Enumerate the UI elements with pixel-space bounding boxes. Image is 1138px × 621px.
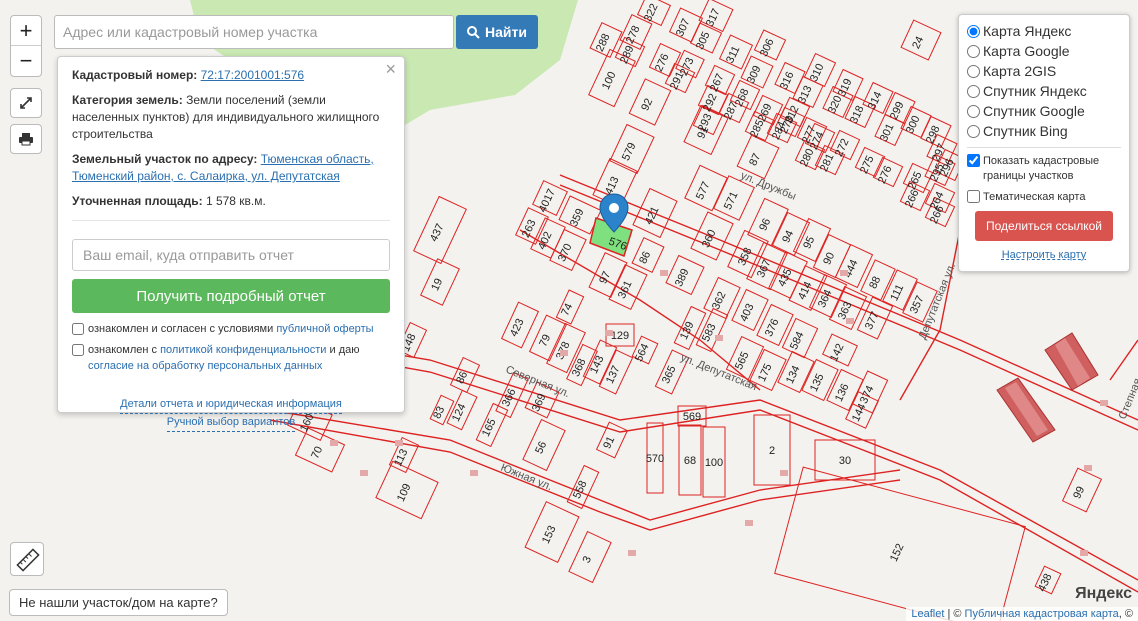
- small-building: [660, 270, 668, 276]
- area-label: Уточненная площадь:: [72, 194, 203, 208]
- layer-option[interactable]: Спутник Google: [967, 101, 1121, 121]
- not-found-button[interactable]: Не нашли участок/дом на карте?: [9, 589, 228, 616]
- small-building: [605, 330, 613, 336]
- layer-radio[interactable]: [967, 104, 980, 118]
- map-attribution: Leaflet | © Публичная кадастровая карта,…: [906, 607, 1138, 621]
- small-building: [745, 520, 753, 526]
- offer-link[interactable]: публичной оферты: [276, 323, 373, 335]
- layer-option[interactable]: Карта Яндекс: [967, 21, 1121, 41]
- small-building: [1080, 550, 1088, 556]
- fullscreen-icon: [20, 97, 32, 109]
- small-building: [1084, 465, 1092, 471]
- layer-radio[interactable]: [967, 64, 980, 78]
- small-building: [360, 470, 368, 476]
- address-label: Земельный участок по адресу:: [72, 152, 258, 166]
- get-report-button[interactable]: Получить подробный отчет: [72, 279, 390, 313]
- zoom-out-button[interactable]: −: [11, 46, 41, 76]
- search-input[interactable]: [54, 15, 454, 49]
- privacy-checkbox[interactable]: [72, 344, 84, 356]
- zoom-control: + −: [10, 15, 42, 77]
- small-building: [560, 350, 568, 356]
- layer-radio[interactable]: [967, 44, 980, 58]
- attribution-sep: | ©: [944, 608, 965, 620]
- layer-radio[interactable]: [967, 84, 980, 98]
- leaflet-link[interactable]: Leaflet: [911, 608, 944, 620]
- manual-selection-link[interactable]: Ручной выбор вариантов: [166, 414, 296, 432]
- offer-checkbox[interactable]: [72, 323, 84, 335]
- search-icon: [467, 25, 480, 39]
- thematic-checkbox[interactable]: [967, 190, 980, 203]
- parcel-number: 30: [839, 455, 851, 467]
- layer-option-label: Спутник Яндекс: [983, 83, 1087, 99]
- parcel-number: 100: [705, 457, 723, 469]
- cad-number-label: Кадастровый номер:: [72, 68, 198, 82]
- zoom-in-button[interactable]: +: [11, 16, 41, 46]
- layer-radio[interactable]: [967, 24, 980, 38]
- layer-option-label: Карта 2GIS: [983, 63, 1057, 79]
- small-building: [715, 335, 723, 341]
- layer-radio[interactable]: [967, 124, 980, 138]
- privacy-policy-link[interactable]: политикой конфиденциальности: [160, 344, 326, 356]
- layer-option-label: Спутник Google: [983, 103, 1085, 119]
- privacy-text: ознакомлен с: [88, 344, 158, 356]
- small-building: [628, 550, 636, 556]
- ruler-icon: [16, 548, 40, 572]
- printer-icon: [19, 133, 33, 146]
- layer-option[interactable]: Карта Google: [967, 41, 1121, 61]
- small-building: [1100, 400, 1108, 406]
- offer-text: ознакомлен и согласен с условиями: [88, 323, 274, 335]
- parcel-number: 569: [683, 411, 701, 423]
- search-button-label: Найти: [485, 24, 527, 40]
- search-button[interactable]: Найти: [456, 15, 538, 49]
- yandex-logo: Яндекс: [1075, 585, 1132, 602]
- thematic-toggle[interactable]: Тематическая карта: [967, 190, 1121, 205]
- pkk-link[interactable]: Публичная кадастровая карта: [965, 608, 1119, 620]
- show-borders-checkbox[interactable]: [967, 154, 980, 167]
- attribution-tail: , ©: [1118, 608, 1133, 620]
- area-value: 1 578 кв.м.: [205, 194, 266, 208]
- layer-option[interactable]: Спутник Яндекс: [967, 81, 1121, 101]
- configure-map-link[interactable]: Настроить карту: [967, 249, 1121, 261]
- parcel-number: 129: [611, 330, 629, 342]
- thematic-label: Тематическая карта: [983, 191, 1086, 203]
- small-building: [840, 270, 848, 276]
- show-borders-label: Показать кадастровые границы участков: [983, 155, 1100, 182]
- land-category-label: Категория земель:: [72, 93, 183, 107]
- layer-option-label: Карта Яндекс: [983, 23, 1072, 39]
- report-details-link[interactable]: Детали отчета и юридическая информация: [120, 396, 342, 414]
- small-building: [780, 470, 788, 476]
- small-building: [330, 440, 338, 446]
- layer-option[interactable]: Карта 2GIS: [967, 61, 1121, 81]
- show-borders-toggle[interactable]: Показать кадастровые границы участков: [967, 154, 1121, 184]
- privacy-consent-text: ознакомлен с политикой конфиденциальност…: [88, 342, 390, 374]
- ruler-button[interactable]: [10, 542, 44, 576]
- parcel-number: 570: [646, 453, 664, 465]
- small-building: [395, 440, 403, 446]
- layer-option-label: Спутник Bing: [983, 123, 1068, 139]
- layer-option[interactable]: Спутник Bing: [967, 121, 1121, 141]
- layer-option-label: Карта Google: [983, 43, 1070, 59]
- parcel-info-popup: × Кадастровый номер: 72:17:2001001:576 К…: [57, 56, 405, 432]
- small-building: [846, 318, 854, 324]
- parcel-number: 2: [769, 445, 775, 457]
- close-icon[interactable]: ×: [385, 60, 396, 78]
- share-link-button[interactable]: Поделиться ссылкой: [975, 211, 1113, 241]
- small-building: [470, 470, 478, 476]
- parcel-number: 68: [684, 455, 696, 467]
- privacy-mid-text: и даю: [329, 344, 360, 356]
- data-processing-link[interactable]: согласие на обработку персональных данны…: [88, 360, 322, 372]
- cad-number-link[interactable]: 72:17:2001001:576: [201, 68, 304, 82]
- fullscreen-button[interactable]: [10, 88, 42, 118]
- layer-switcher: Карта Яндекс Карта Google Карта 2GIS Спутни…: [958, 14, 1130, 272]
- print-button[interactable]: [10, 124, 42, 154]
- email-field[interactable]: [72, 239, 390, 271]
- offer-consent-text: ознакомлен и согласен с условиями публич…: [88, 321, 374, 337]
